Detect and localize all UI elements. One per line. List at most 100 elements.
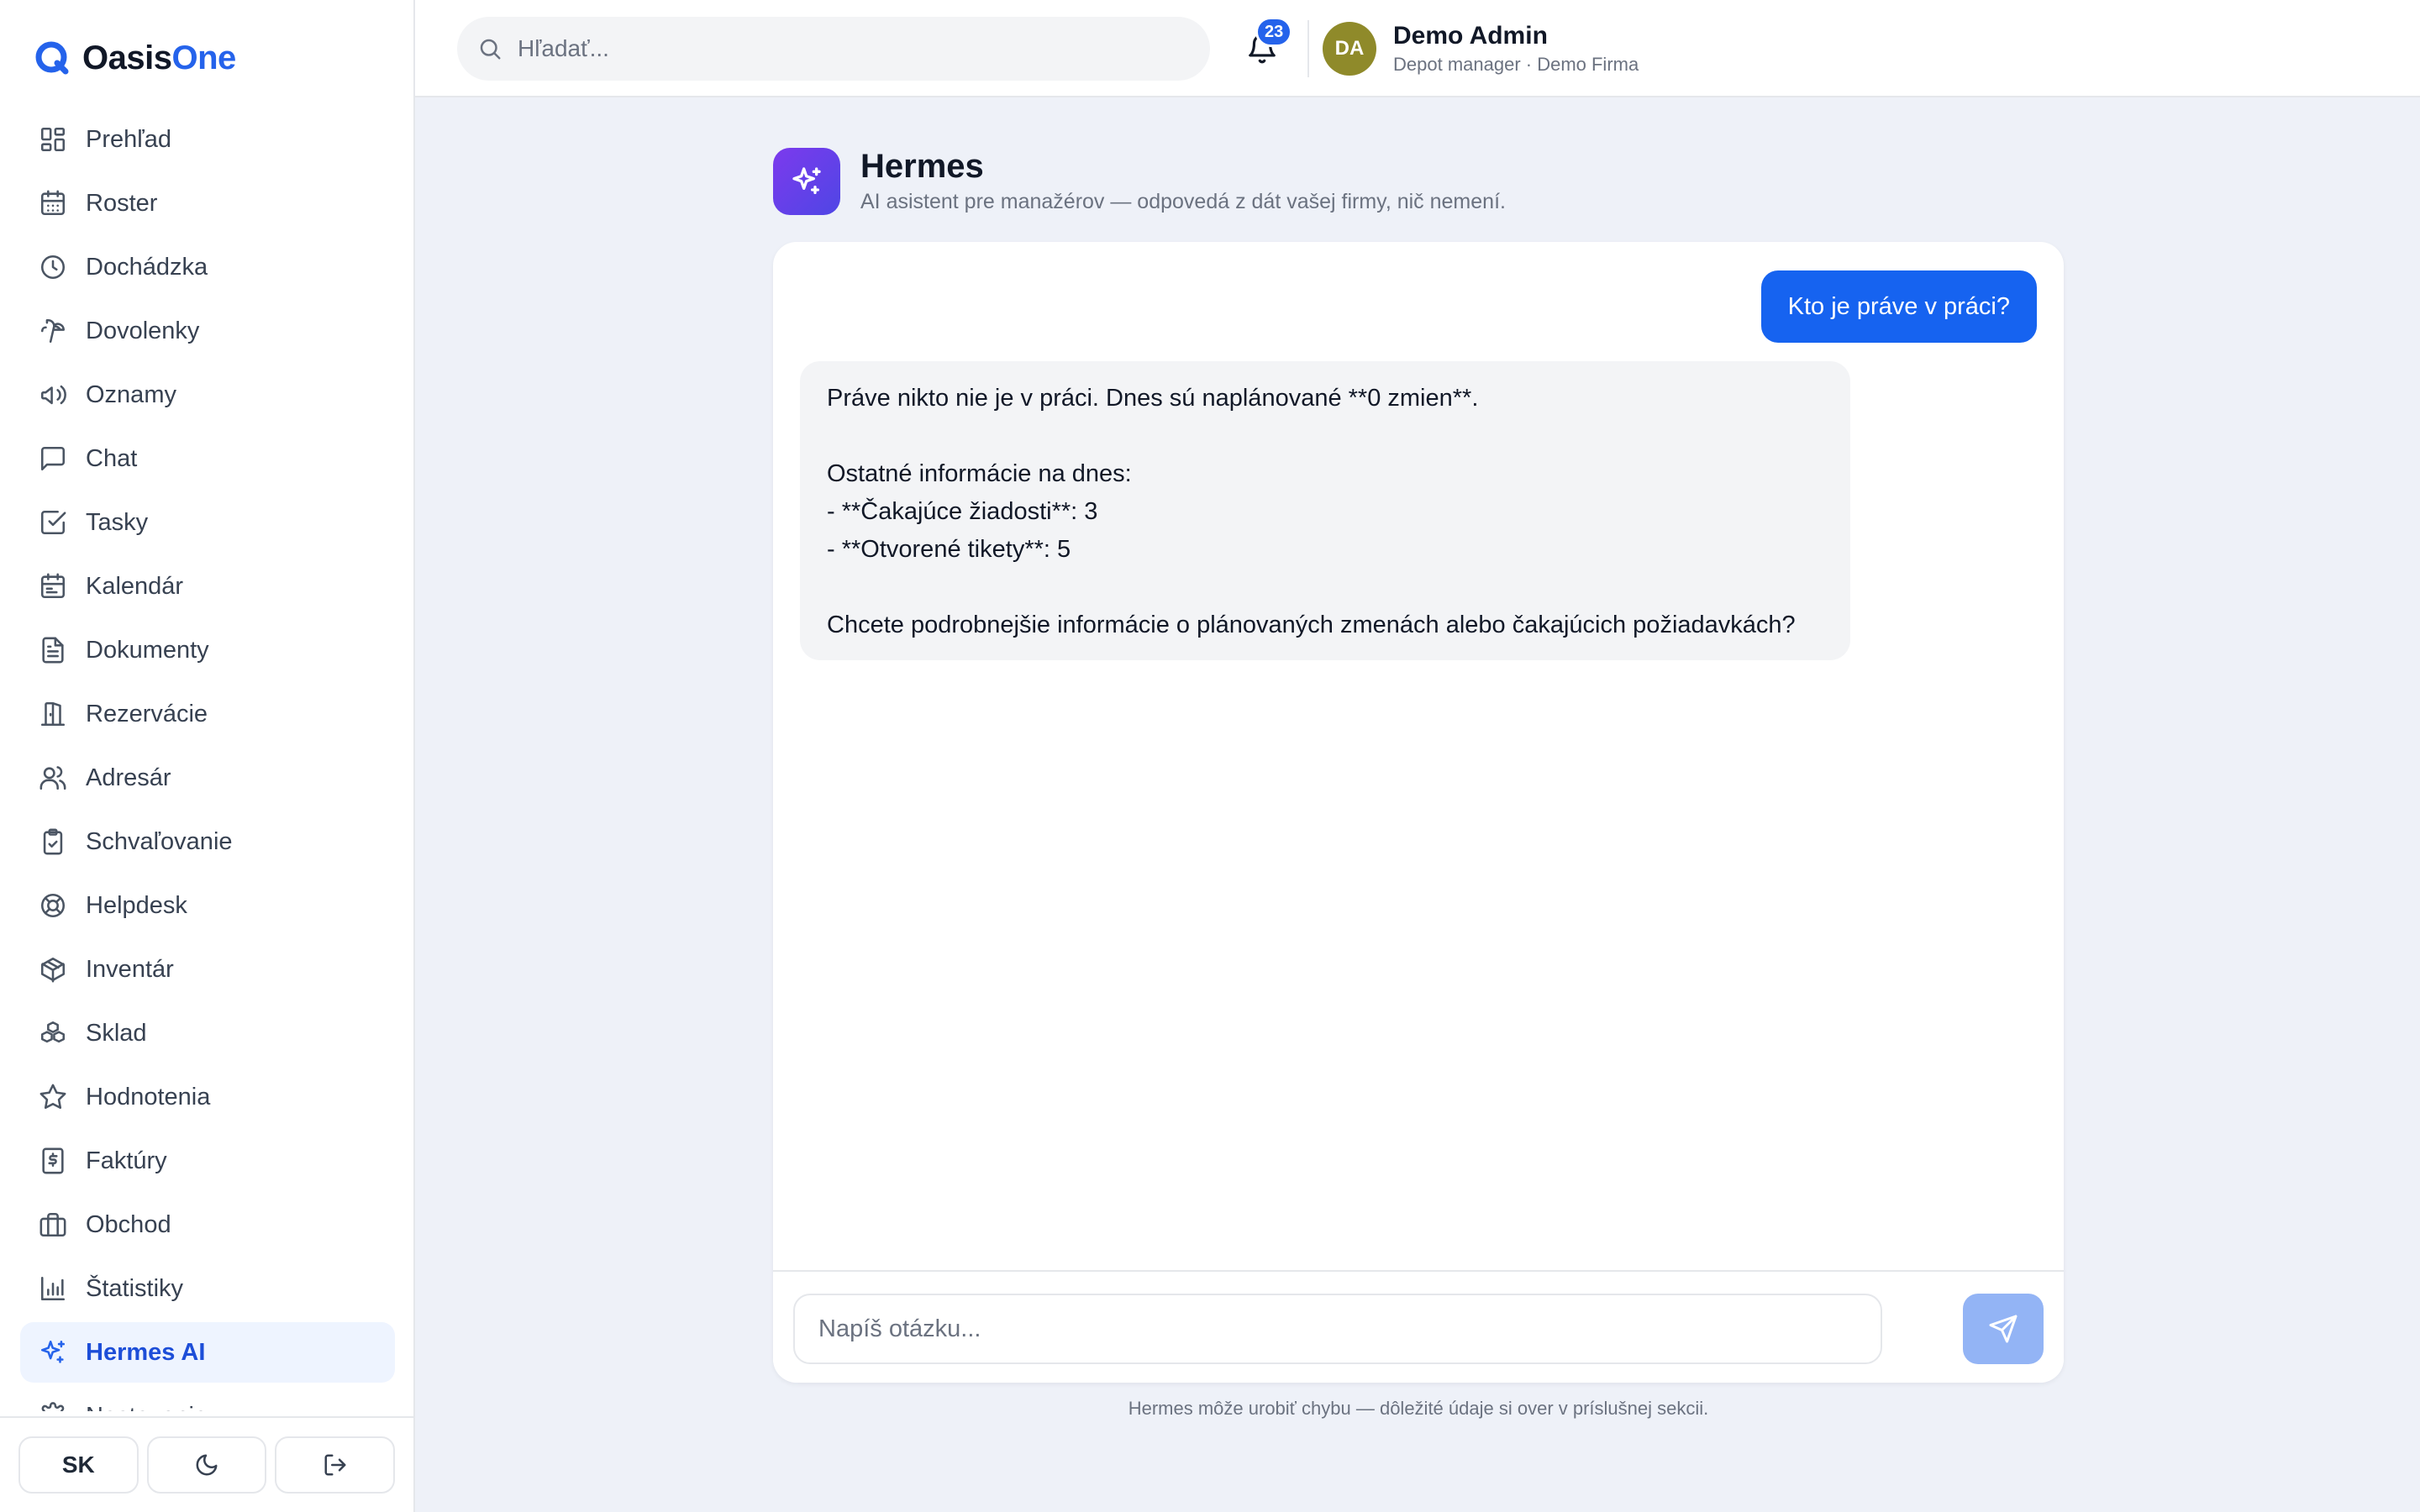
sidebar-item-label: Roster [86,189,158,217]
sidebar-item-schvalovanie[interactable]: Schvaľovanie [20,811,395,872]
logo-icon [35,41,69,75]
assistant-message-line: Ostatné informácie na dnes: [827,460,1132,487]
sidebar-item-kalendar[interactable]: Kalendár [20,556,395,617]
palm-tree-icon [40,318,66,344]
sidebar-item-nastavenia[interactable]: Nastavenia [20,1386,395,1411]
sidebar-item-label: Štatistiky [86,1274,184,1302]
logout-icon [324,1454,346,1476]
sidebar-item-helpdesk[interactable]: Helpdesk [20,875,395,936]
invoice-icon [42,1147,64,1174]
sidebar-item-obchod[interactable]: Obchod [20,1194,395,1255]
sidebar-item-label: Chat [86,444,138,472]
calendar-grid-icon [40,190,66,216]
sidebar-footer: SK [0,1416,413,1512]
sidebar-item-label: Dokumenty [86,636,209,664]
page-title: Hermes [860,148,984,185]
sparkles-icon [40,1340,66,1363]
sidebar-item-sklad[interactable]: Sklad [20,1003,395,1063]
boxes-icon [40,1021,66,1043]
hermes-logo [773,148,840,215]
sidebar-item-label: Helpdesk [86,891,187,919]
sidebar-item-label: Dochádzka [86,253,208,281]
topbar-divider [1307,20,1309,77]
chat-panel: Kto je práve v práci? Práve nikto nie je… [773,242,2064,1383]
search-bar[interactable] [457,17,1210,81]
sidebar-item-label: Prehľad [86,125,171,153]
assistant-message-line: Chcete podrobnejšie informácie o plánova… [827,612,1796,638]
sidebar-item-inventar[interactable]: Inventár [20,939,395,1000]
checkbox-icon [40,510,66,535]
document-icon [42,637,64,664]
sidebar-item-dovolenky[interactable]: Dovolenky [20,301,395,361]
logout-button[interactable] [275,1436,396,1494]
sidebar-item-rezervacie[interactable]: Rezervácie [20,684,395,744]
clipboard-check-icon [43,828,63,855]
sidebar-item-label: Inventár [86,955,174,983]
app-name: OasisOne [82,39,236,76]
calendar-icon [40,573,66,599]
sidebar-item-label: Hermes AI [86,1338,206,1366]
sidebar-item-statistiky[interactable]: Štatistiky [20,1258,395,1319]
users-icon [39,766,66,790]
assistant-message-line: - **Čakajúce žiadosti**: 3 [827,498,1098,525]
sidebar-item-tasky[interactable]: Tasky [20,492,395,553]
moon-icon [196,1454,218,1476]
send-button[interactable] [1963,1294,2044,1364]
message-input[interactable] [793,1294,1882,1364]
sidebar-item-label: Obchod [86,1210,171,1238]
topbar: 23 DA Demo Admin Depot manager · Demo Fi… [415,0,2420,97]
sidebar-item-hermes-ai[interactable]: Hermes AI [20,1322,395,1383]
sidebar-item-label: Rezervácie [86,700,208,727]
sidebar-item-chat[interactable]: Chat [20,428,395,489]
megaphone-icon [40,385,66,405]
star-icon [39,1084,66,1110]
briefcase-icon [39,1212,66,1237]
sidebar-item-label: Oznamy [86,381,176,408]
assistant-message: Práve nikto nie je v práci. Dnes sú napl… [800,361,1850,660]
search-icon [480,39,501,60]
door-icon [40,701,66,727]
user-role: Depot manager · Demo Firma [1393,54,1639,75]
chat-bubble-icon [40,446,66,471]
notification-count-badge: 23 [1255,17,1293,47]
search-input[interactable] [518,35,1173,62]
sidebar-item-label: Sklad [86,1019,147,1047]
sidebar-item-hodnotenia[interactable]: Hodnotenia [20,1067,395,1127]
sidebar-item-adresar[interactable]: Adresár [20,748,395,808]
sidebar-item-prehlad[interactable]: Prehľad [20,109,395,170]
gear-icon [41,1402,65,1411]
sidebar-item-label: Adresár [86,764,171,791]
sidebar-item-faktury[interactable]: Faktúry [20,1131,395,1191]
user-name[interactable]: Demo Admin [1393,22,1548,50]
sidebar-item-label: Hodnotenia [86,1083,211,1110]
sidebar-item-label: Schvaľovanie [86,827,233,855]
package-icon [40,957,66,983]
sidebar-item-label: Faktúry [86,1147,167,1174]
assistant-message-line: Práve nikto nie je v práci. Dnes sú napl… [827,385,1479,412]
page-subtitle: AI asistent pre manažérov — odpovedá z d… [860,190,1506,213]
sidebar-item-dokumenty[interactable]: Dokumenty [20,620,395,680]
sidebar-nav: Prehľad Roster Dochádzka Dovolenky Oznam… [20,109,395,1411]
sidebar-item-oznamy[interactable]: Oznamy [20,365,395,425]
sidebar-item-dochadzka[interactable]: Dochádzka [20,237,395,297]
sidebar-item-roster[interactable]: Roster [20,173,395,234]
assistant-message-line: - **Otvorené tikety**: 5 [827,536,1071,563]
language-button[interactable]: SK [18,1436,139,1494]
user-message: Kto je práve v práci? [1760,270,2037,343]
app-logo[interactable]: OasisOne [34,37,236,79]
clock-icon [40,255,66,280]
disclaimer: Hermes môže urobiť chybu — dôležité údaj… [1128,1398,1709,1419]
sidebar-item-label: Nastavenia [86,1403,208,1412]
lifebuoy-icon [40,893,66,918]
sidebar-item-label: Tasky [86,508,149,536]
avatar[interactable]: DA [1323,22,1376,76]
message-composer [773,1270,2064,1383]
theme-toggle-button[interactable] [146,1436,267,1494]
sidebar-item-label: Kalendár [86,572,184,600]
sparkles-icon [792,167,821,194]
sidebar-item-label: Dovolenky [86,317,200,344]
dashboard-icon [40,127,66,152]
sidebar: OasisOne Prehľad Roster Dochádzka Dovole… [0,0,415,1512]
